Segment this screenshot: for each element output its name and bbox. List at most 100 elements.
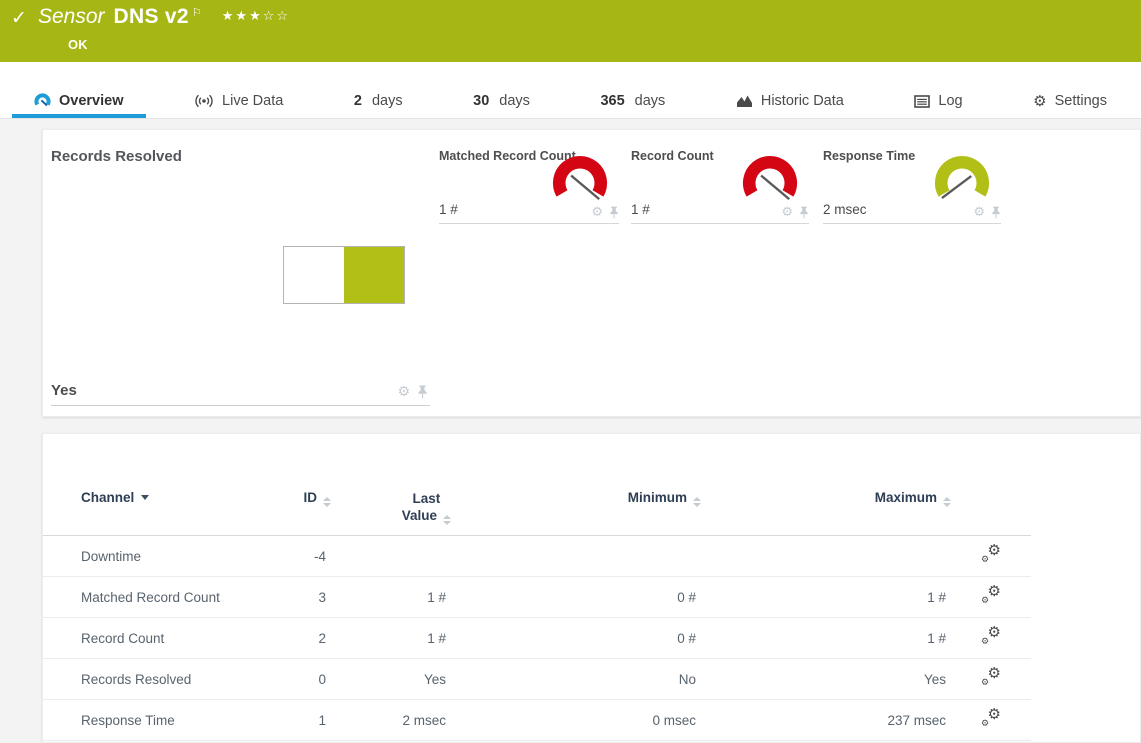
- channel-table-panel: Channel ID Last Value Minimum Maximum Do…: [42, 433, 1141, 743]
- sort-icon: [693, 497, 701, 507]
- gauge-footer-icons: ⚙: [973, 206, 1001, 219]
- gauge-settings-icon[interactable]: ⚙: [973, 206, 985, 219]
- channel-maximum: 1 #: [701, 577, 951, 618]
- channel-last-value: 1 #: [331, 577, 451, 618]
- pin-icon[interactable]: [991, 206, 1001, 219]
- tab-log[interactable]: Log: [892, 62, 984, 118]
- gauge-arc: [741, 154, 799, 212]
- gauge-matched-record-count: Matched Record Count 1 # ⚙: [439, 149, 619, 224]
- flag-icon[interactable]: ⚐: [192, 6, 202, 19]
- tab-label: days: [372, 93, 403, 109]
- tab-historic-data[interactable]: Historic Data: [714, 62, 866, 118]
- column-header-id[interactable]: ID: [291, 467, 331, 536]
- channel-minimum: 0 msec: [451, 700, 701, 741]
- pin-icon[interactable]: [609, 206, 619, 219]
- gauge-value: 1 #: [439, 202, 458, 217]
- gauge-arc: [933, 154, 991, 212]
- sensor-title-row: Sensor DNS v2 ⚐ ★★★☆☆: [38, 5, 290, 29]
- channel-id: 0: [291, 659, 331, 700]
- log-icon: [914, 95, 930, 108]
- tab-30-days[interactable]: 30 days: [451, 62, 552, 118]
- channel-settings-icon[interactable]: ⚙⚙: [981, 628, 1001, 646]
- records-resolved-title: Records Resolved: [51, 148, 182, 165]
- tab-number: 365: [600, 93, 624, 109]
- records-resolved-boolean-chart: [283, 246, 405, 304]
- tab-overview[interactable]: Overview: [12, 62, 146, 118]
- live-data-icon: [194, 94, 214, 108]
- sensor-name: DNS v2: [114, 5, 189, 29]
- priority-stars[interactable]: ★★★☆☆: [222, 9, 290, 24]
- pin-icon[interactable]: [799, 206, 809, 219]
- gauge-footer-icons: ⚙: [781, 206, 809, 219]
- channel-minimum: [451, 536, 701, 577]
- channel-name[interactable]: Response Time: [43, 700, 291, 741]
- gauge-arc: [551, 154, 609, 212]
- gauge-record-count: Record Count 1 # ⚙: [631, 149, 809, 224]
- tab-live-data[interactable]: Live Data: [172, 62, 305, 118]
- channel-settings-icon[interactable]: ⚙⚙: [981, 587, 1001, 605]
- channel-last-value: Yes: [331, 659, 451, 700]
- channel-minimum: 0 #: [451, 577, 701, 618]
- tab-number: 30: [473, 93, 489, 109]
- records-resolved-footer: Yes ⚙: [51, 376, 430, 406]
- channel-name[interactable]: Downtime: [43, 536, 291, 577]
- channel-id: 1: [291, 700, 331, 741]
- channel-minimum: No: [451, 659, 701, 700]
- channel-name[interactable]: Matched Record Count: [43, 577, 291, 618]
- channel-settings-icon[interactable]: ⚙⚙: [981, 710, 1001, 728]
- column-header-minimum[interactable]: Minimum: [451, 467, 701, 536]
- channel-last-value: 2 msec: [331, 700, 451, 741]
- tab-label: Live Data: [222, 93, 283, 109]
- column-header-channel[interactable]: Channel: [43, 467, 291, 536]
- channel-name[interactable]: Record Count: [43, 618, 291, 659]
- table-row[interactable]: Response Time 1 2 msec 0 msec 237 msec ⚙…: [43, 700, 1031, 741]
- tab-365-days[interactable]: 365 days: [578, 62, 687, 118]
- table-header-row: Channel ID Last Value Minimum Maximum: [43, 467, 1031, 536]
- sensor-status-header: ✓ Sensor DNS v2 ⚐ ★★★☆☆ OK: [0, 0, 1141, 62]
- overview-gauges-panel: Records Resolved Yes ⚙ Matched Record Co…: [42, 129, 1141, 417]
- channel-settings-icon[interactable]: ⚙⚙: [981, 546, 1001, 564]
- status-ok-check-icon: ✓: [11, 7, 27, 29]
- channel-maximum: [701, 536, 951, 577]
- tab-label: Historic Data: [761, 93, 844, 109]
- tab-label: days: [635, 93, 666, 109]
- column-header-actions: [951, 467, 1031, 536]
- settings-gear-icon: ⚙: [1033, 92, 1046, 110]
- tab-label: Settings: [1055, 93, 1107, 109]
- tab-bar: Overview Live Data 2 days 30 days 365 da…: [0, 62, 1141, 119]
- gauge-footer-icons: ⚙: [397, 385, 428, 399]
- channel-minimum: 0 #: [451, 618, 701, 659]
- column-header-last-value[interactable]: Last Value: [331, 467, 451, 536]
- channel-last-value: 1 #: [331, 618, 451, 659]
- channel-last-value: [331, 536, 451, 577]
- gauge-response-time: Response Time 2 msec ⚙: [823, 149, 1001, 224]
- tab-number: 2: [354, 93, 362, 109]
- gauge-settings-icon[interactable]: ⚙: [397, 385, 410, 399]
- channel-id: 2: [291, 618, 331, 659]
- tab-label: days: [499, 93, 530, 109]
- column-header-maximum[interactable]: Maximum: [701, 467, 951, 536]
- table-row[interactable]: Matched Record Count 3 1 # 0 # 1 # ⚙⚙: [43, 577, 1031, 618]
- tab-2-days[interactable]: 2 days: [332, 62, 425, 118]
- gauge-icon: [34, 93, 51, 110]
- channel-settings-icon[interactable]: ⚙⚙: [981, 669, 1001, 687]
- table-row[interactable]: Record Count 2 1 # 0 # 1 # ⚙⚙: [43, 618, 1031, 659]
- table-row[interactable]: Downtime -4 ⚙⚙: [43, 536, 1031, 577]
- table-row[interactable]: Records Resolved 0 Yes No Yes ⚙⚙: [43, 659, 1031, 700]
- sort-icon: [943, 497, 951, 507]
- channel-id: -4: [291, 536, 331, 577]
- channel-maximum: Yes: [701, 659, 951, 700]
- historic-data-icon: [736, 94, 753, 108]
- channel-table: Channel ID Last Value Minimum Maximum Do…: [43, 467, 1031, 741]
- sensor-status-text: OK: [68, 37, 88, 52]
- gauge-settings-icon[interactable]: ⚙: [591, 206, 603, 219]
- sort-icon: [443, 515, 451, 525]
- tab-settings[interactable]: ⚙ Settings: [1011, 62, 1129, 118]
- pin-icon[interactable]: [417, 385, 428, 399]
- tab-label: Overview: [59, 93, 124, 109]
- gauge-value: 2 msec: [823, 202, 867, 217]
- gauge-settings-icon[interactable]: ⚙: [781, 206, 793, 219]
- tab-label: Log: [938, 93, 962, 109]
- channel-name[interactable]: Records Resolved: [43, 659, 291, 700]
- gauge-footer-icons: ⚙: [591, 206, 619, 219]
